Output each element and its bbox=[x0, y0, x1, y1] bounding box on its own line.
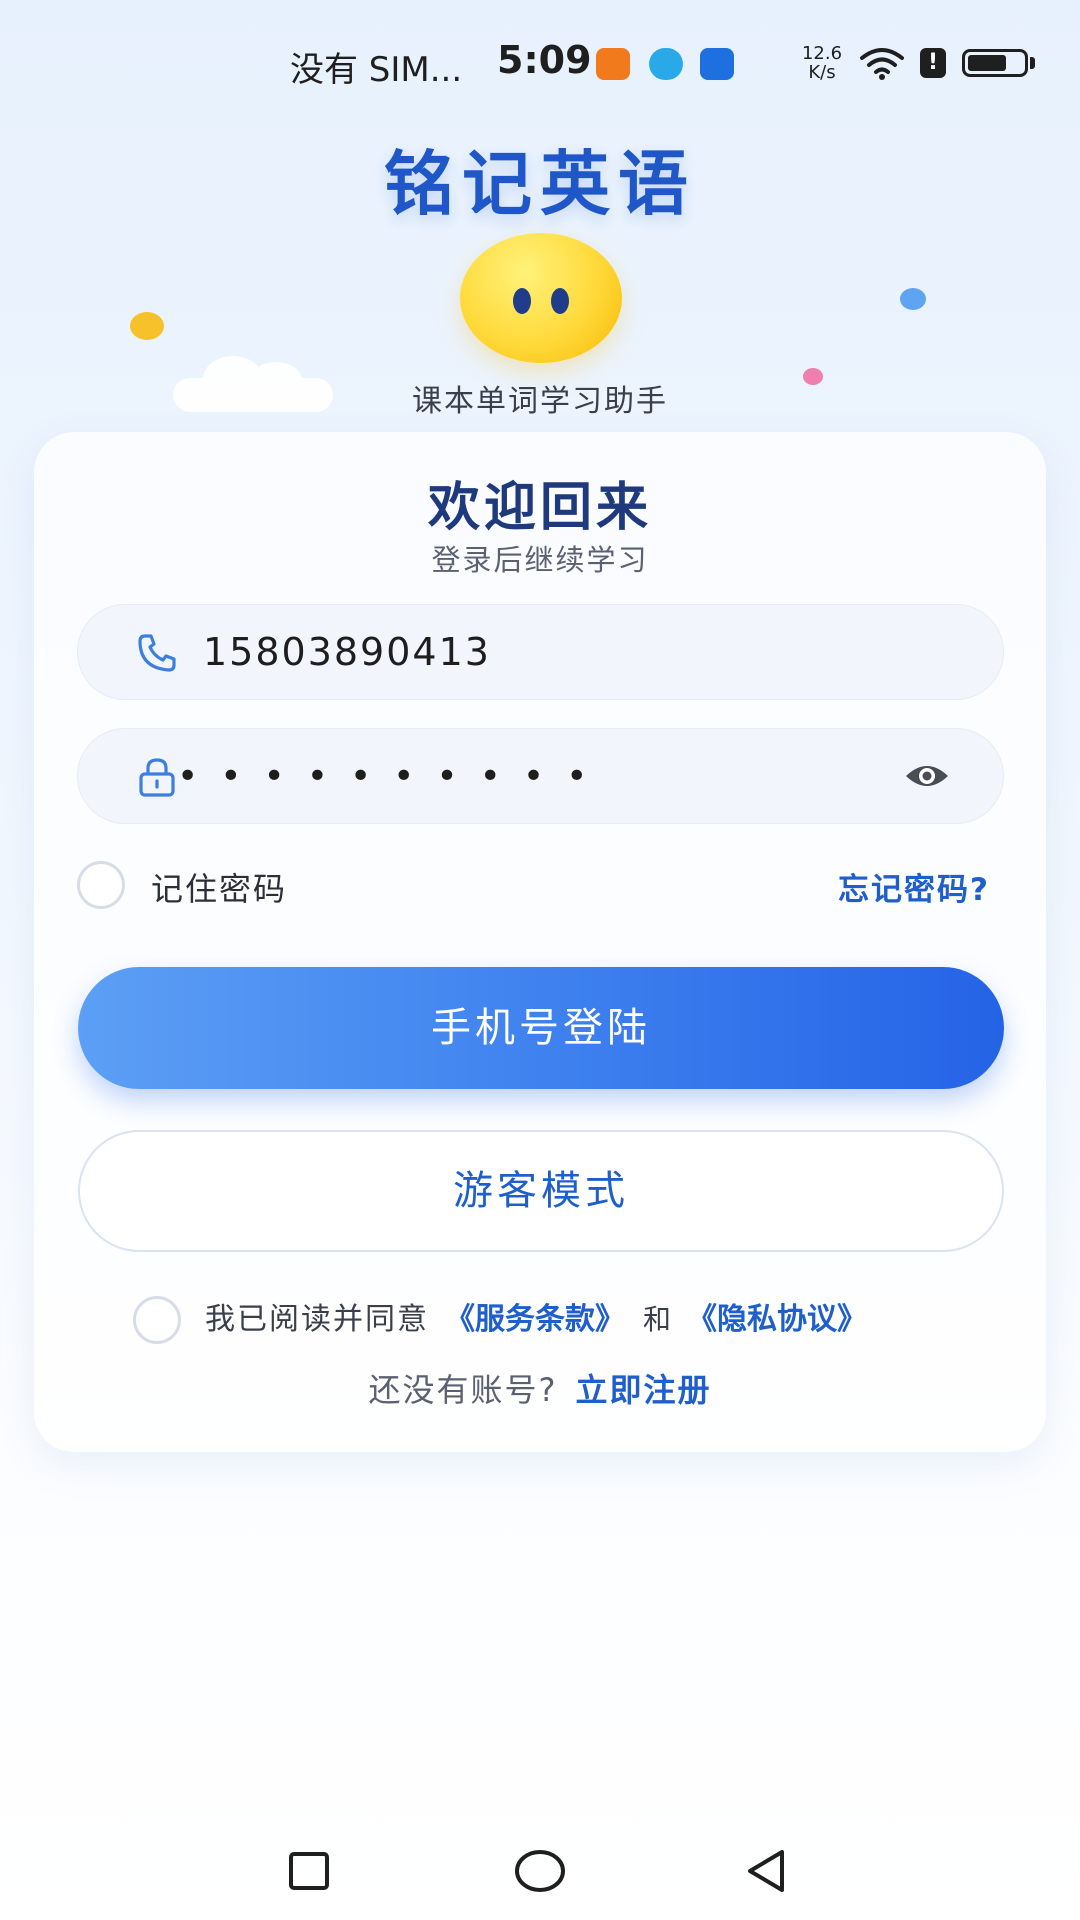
register-prompt: 还没有账号? bbox=[368, 1371, 558, 1409]
network-speed: 12.6 K/s bbox=[798, 44, 846, 82]
decorative-dot bbox=[130, 312, 164, 340]
battery-icon bbox=[962, 49, 1028, 77]
back-triangle-icon[interactable] bbox=[738, 1844, 798, 1898]
agreement-text: 我已阅读并同意 《服务条款》和《隐私协议》 bbox=[205, 1294, 867, 1346]
login-options-row: 记住密码 忘记密码? bbox=[77, 858, 1004, 912]
password-field[interactable] bbox=[77, 728, 1004, 824]
home-circle-icon[interactable] bbox=[510, 1844, 570, 1898]
browser-icon bbox=[649, 48, 683, 80]
mascot-eye bbox=[551, 288, 569, 314]
privacy-policy-link[interactable]: 《隐私协议》 bbox=[687, 1302, 867, 1337]
phone-login-button[interactable]: 手机号登陆 bbox=[78, 967, 1004, 1089]
app-subtitle: 课本单词学习助手 bbox=[412, 384, 668, 419]
welcome-title: 欢迎回来 bbox=[427, 478, 652, 538]
register-row: 还没有账号? 立即注册 bbox=[0, 1365, 1080, 1411]
lock-icon bbox=[139, 758, 175, 797]
assistant-icon bbox=[700, 48, 734, 80]
mascot-face bbox=[460, 233, 622, 363]
clock: 5:09 bbox=[497, 38, 592, 82]
battery-tip bbox=[1030, 57, 1035, 69]
eye-icon[interactable] bbox=[903, 756, 951, 796]
agreement-and: 和 bbox=[643, 1303, 672, 1336]
remember-password-label: 记住密码 bbox=[151, 870, 288, 908]
network-speed-unit: K/s bbox=[808, 62, 836, 83]
agreement-prefix: 我已阅读并同意 bbox=[205, 1302, 429, 1337]
recents-square-icon[interactable] bbox=[279, 1844, 339, 1898]
phone-input[interactable] bbox=[203, 604, 893, 700]
mascot-eye bbox=[513, 288, 531, 314]
phone-field[interactable] bbox=[77, 604, 1004, 700]
password-input[interactable] bbox=[177, 728, 867, 824]
agreement-row: 我已阅读并同意 《服务条款》和《隐私协议》 bbox=[133, 1294, 993, 1346]
carrier-label: 没有 SIM... bbox=[290, 50, 463, 90]
decorative-dot bbox=[900, 288, 926, 310]
battery-level bbox=[968, 55, 1006, 71]
status-bar: 没有 SIM... 5:09 12.6 K/s ! bbox=[0, 0, 1080, 130]
alert-icon: ! bbox=[920, 48, 946, 78]
app-notification-icon bbox=[596, 48, 630, 80]
terms-of-service-link[interactable]: 《服务条款》 bbox=[445, 1302, 625, 1337]
welcome-subtitle: 登录后继续学习 bbox=[431, 543, 649, 577]
register-link[interactable]: 立即注册 bbox=[575, 1371, 711, 1409]
wifi-icon bbox=[860, 48, 904, 80]
agree-terms-checkbox[interactable] bbox=[133, 1296, 181, 1344]
system-navigation-bar bbox=[0, 1820, 1080, 1920]
guest-mode-button[interactable]: 游客模式 bbox=[78, 1130, 1004, 1252]
app-title: 铭记英语 bbox=[384, 143, 696, 225]
remember-password-checkbox[interactable] bbox=[77, 861, 125, 909]
forgot-password-link[interactable]: 忘记密码? bbox=[838, 864, 990, 909]
phone-icon bbox=[138, 634, 176, 672]
network-speed-value: 12.6 bbox=[801, 43, 843, 64]
